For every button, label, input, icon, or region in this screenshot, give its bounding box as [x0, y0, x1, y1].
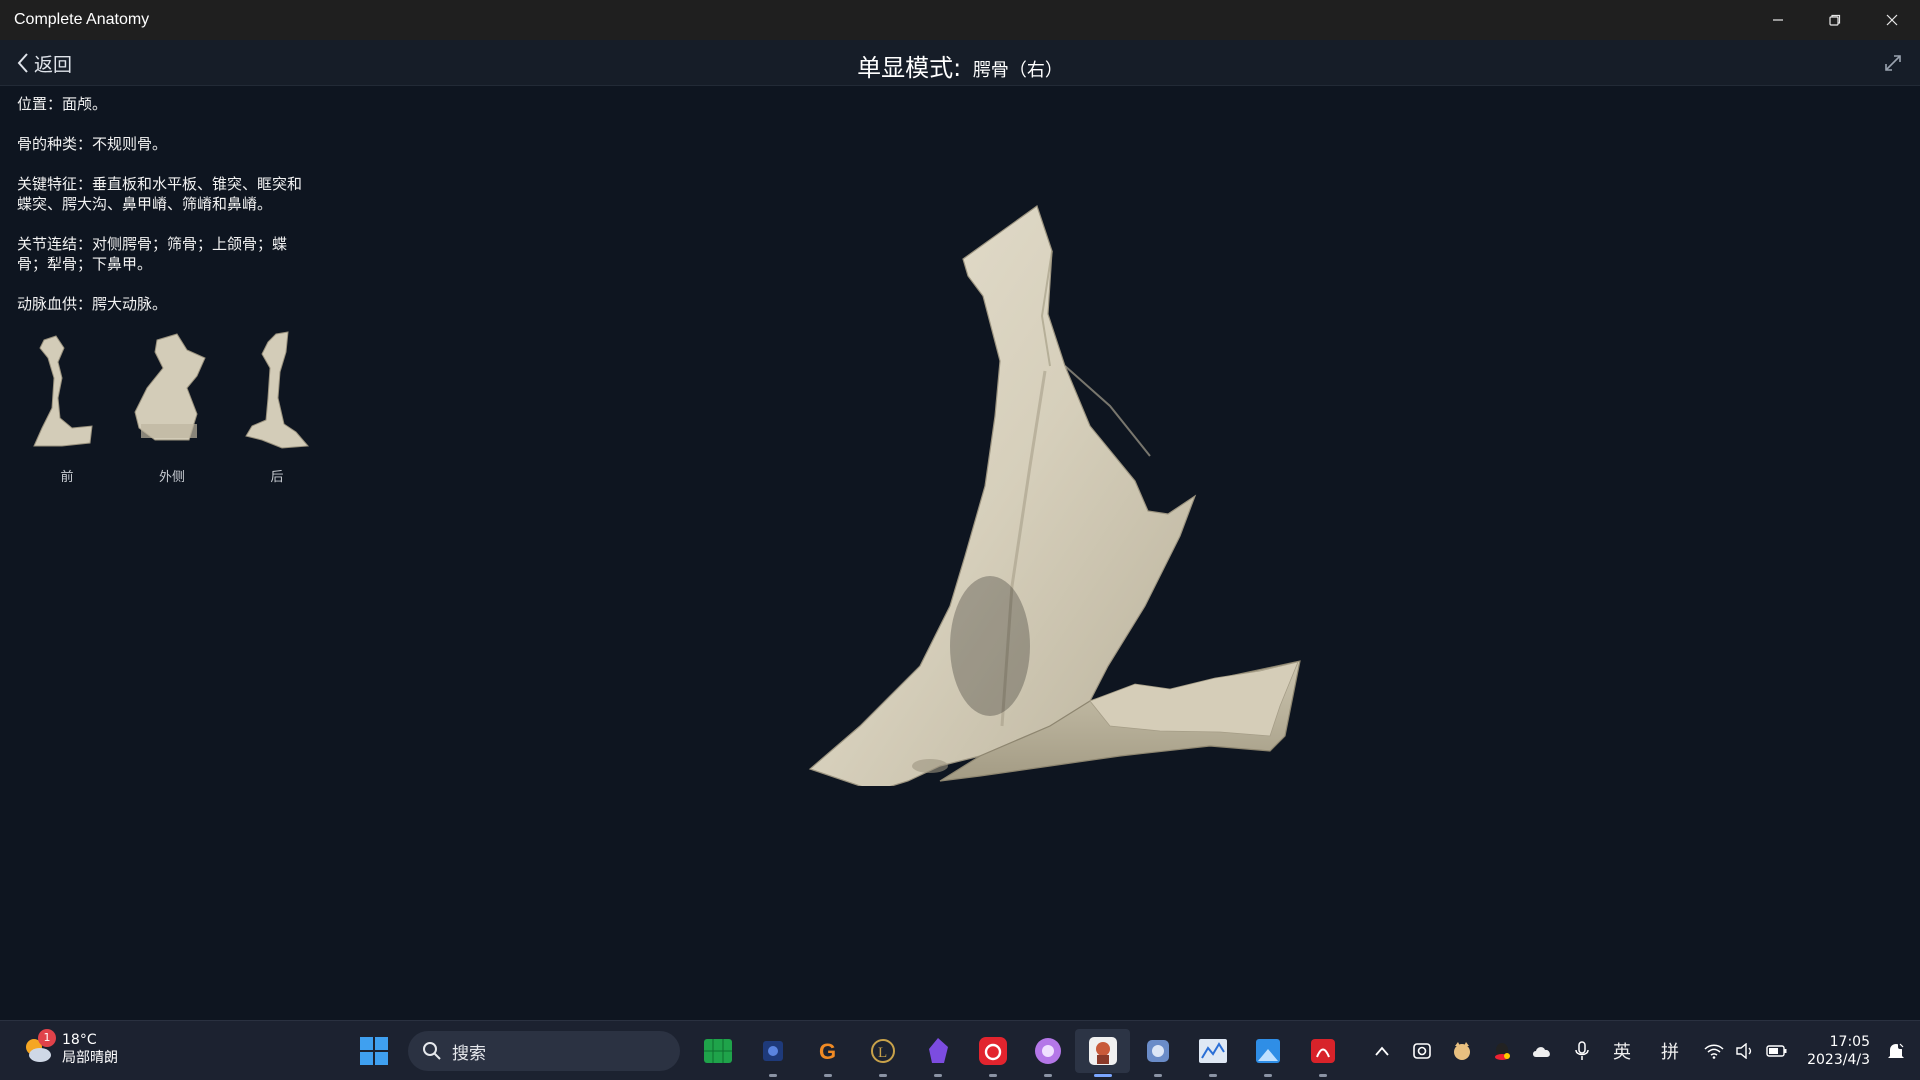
close-button[interactable]: [1863, 0, 1920, 40]
info-bone-type: 骨的种类：不规则骨。: [17, 135, 168, 153]
weather-desc: 局部晴朗: [62, 1050, 118, 1066]
minimize-icon: [1772, 19, 1783, 21]
view-label-posterior: 后: [270, 470, 284, 485]
tray-microphone[interactable]: [1562, 1031, 1602, 1071]
app-title: Complete Anatomy: [14, 11, 150, 28]
taskbar-app-purple[interactable]: [1020, 1029, 1075, 1077]
search-icon: [423, 1042, 441, 1060]
g-icon: G: [819, 1039, 836, 1064]
ime-mode-toggle[interactable]: 拼: [1650, 1031, 1690, 1071]
bone-name: 腭骨（右）: [972, 60, 1063, 81]
info-blood-supply: 动脉血供：腭大动脉。: [17, 295, 168, 313]
view-posterior[interactable]: 后: [232, 328, 322, 488]
chevron-up-icon: [1375, 1046, 1389, 1056]
taskbar-app-netease-music[interactable]: [965, 1029, 1020, 1077]
svg-text:G: G: [819, 1039, 836, 1064]
tray-app-qq[interactable]: [1482, 1031, 1522, 1071]
view-lateral[interactable]: 外侧: [127, 328, 217, 488]
close-icon: [1886, 14, 1897, 26]
clock-date: 2023/4/3: [1807, 1052, 1870, 1068]
taskbar: 1 18°C 局部晴朗 搜索 G L 英 拼 17:05 2023/4/3: [0, 1020, 1920, 1080]
posterior-view-thumbnail: [245, 331, 310, 449]
bell-icon: [1888, 1042, 1905, 1058]
expand-icon: [1885, 55, 1901, 71]
translate-icon: [1034, 1038, 1061, 1064]
notifications-button[interactable]: [1886, 1041, 1906, 1065]
view-anterior[interactable]: 前: [22, 328, 112, 488]
taskbar-app-game-1[interactable]: [745, 1029, 800, 1077]
taskbar-app-photos[interactable]: [1240, 1029, 1295, 1077]
view-label-lateral: 外侧: [158, 470, 185, 485]
tray-overflow-button[interactable]: [1362, 1031, 1402, 1071]
tool-icon: [1146, 1040, 1169, 1062]
taskbar-app-complete-anatomy[interactable]: [1075, 1029, 1130, 1077]
app-header: 返回 单显模式: 腭骨（右）: [0, 40, 1920, 86]
weather-badge: 1: [38, 1029, 56, 1047]
tray-app-2[interactable]: [1442, 1031, 1482, 1071]
window-titlebar: Complete Anatomy: [0, 0, 1920, 40]
minimize-button[interactable]: [1749, 0, 1806, 40]
taskbar-app-obsidian[interactable]: [910, 1029, 965, 1077]
taskbar-app-tool[interactable]: [1130, 1029, 1185, 1077]
weather-icon: 1: [22, 1029, 56, 1065]
windows-icon: [360, 1037, 388, 1065]
anatomy-icon: [1088, 1037, 1117, 1065]
tray-onedrive[interactable]: [1522, 1031, 1562, 1071]
taskbar-app-chart[interactable]: [1185, 1029, 1240, 1077]
page-title: 单显模式: 腭骨（右）: [0, 48, 1920, 83]
cat-tray-icon: [1454, 1042, 1470, 1060]
music-icon: [978, 1037, 1007, 1065]
taskbar-app-sheets[interactable]: [690, 1029, 745, 1073]
pdf-icon: [1310, 1039, 1335, 1063]
weather-widget[interactable]: 1 18°C 局部晴朗: [22, 1029, 118, 1067]
window-controls: [1749, 0, 1920, 40]
microphone-icon: [1575, 1041, 1589, 1060]
system-tray: 英 拼: [1362, 1031, 1788, 1071]
obsidian-icon: [928, 1038, 948, 1063]
qq-tray-icon: [1495, 1043, 1510, 1060]
restore-button[interactable]: [1806, 0, 1863, 40]
tray-app-1[interactable]: [1402, 1031, 1442, 1071]
info-location: 位置：面颅。: [17, 95, 108, 113]
search-placeholder: 搜索: [452, 1043, 486, 1064]
camera-tray-icon: [1413, 1043, 1431, 1059]
wifi-icon: [1704, 1044, 1724, 1059]
taskbar-apps: G L: [690, 1029, 1350, 1077]
view-label-anterior: 前: [60, 470, 74, 485]
taskbar-app-acrobat[interactable]: [1295, 1029, 1350, 1077]
clock-time: 17:05: [1829, 1034, 1870, 1050]
quick-settings[interactable]: [1704, 1043, 1788, 1059]
photos-icon: [1255, 1039, 1280, 1063]
view-thumbnails: 前 外侧 后: [22, 328, 312, 488]
league-icon: L: [870, 1039, 895, 1063]
spreadsheet-icon: [703, 1039, 732, 1063]
taskbar-app-grammarly[interactable]: G: [800, 1029, 855, 1077]
taskbar-clock[interactable]: 17:05 2023/4/3: [1807, 1033, 1870, 1069]
info-key-features: 关键特征：垂直板和水平板、锥突、眶突和蝶突、腭大沟、鼻甲嵴、筛嵴和鼻嵴。: [17, 175, 303, 213]
fullscreen-button[interactable]: [1880, 50, 1906, 76]
bone-info-panel: 位置：面颅。 骨的种类：不规则骨。 关键特征：垂直板和水平板、锥突、眶突和蝶突、…: [17, 94, 307, 334]
volume-icon: [1736, 1043, 1752, 1059]
start-button[interactable]: [359, 1036, 389, 1066]
mode-label: 单显模式:: [857, 54, 962, 82]
lateral-view-thumbnail: [134, 333, 206, 441]
chart-app-icon: [1198, 1039, 1227, 1063]
cloud-icon: [1533, 1047, 1550, 1057]
palatine-bone-model[interactable]: [790, 166, 1310, 786]
svg-text:L: L: [878, 1045, 887, 1061]
ime-language-toggle[interactable]: 英: [1602, 1031, 1642, 1071]
weather-temp: 18°C: [62, 1032, 97, 1048]
battery-icon: [1766, 1045, 1787, 1057]
game-icon: [762, 1041, 783, 1061]
taskbar-search[interactable]: 搜索: [408, 1031, 680, 1071]
restore-icon: [1828, 14, 1840, 26]
info-articulations: 关节连结：对侧腭骨；筛骨；上颌骨；蝶骨；犁骨；下鼻甲。: [17, 235, 288, 273]
taskbar-app-league[interactable]: L: [855, 1029, 910, 1077]
anterior-view-thumbnail: [33, 335, 93, 447]
